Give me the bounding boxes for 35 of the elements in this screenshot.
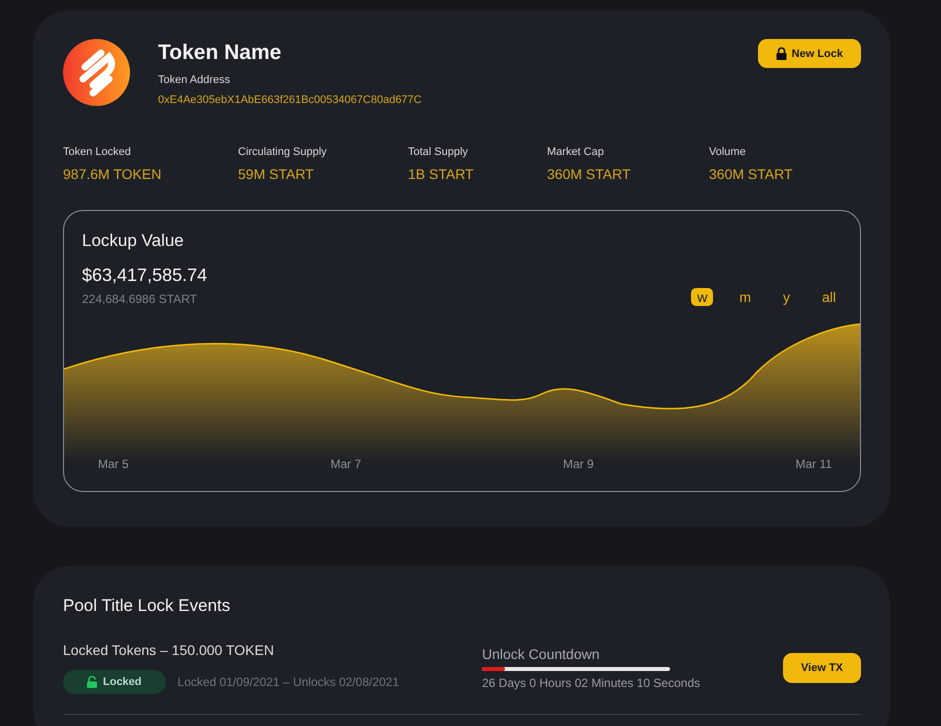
lock-icon <box>87 676 97 688</box>
x-axis-label: Mar 11 <box>796 457 832 471</box>
lockup-amount: 224,684.6986 START <box>82 292 198 306</box>
range-tab[interactable]: y <box>776 288 796 306</box>
lock-dates: Locked 01/09/2021 – Unlocks 02/08/2021 <box>178 675 400 689</box>
logo-icon <box>63 39 130 106</box>
range-tab[interactable]: all <box>816 288 842 306</box>
stat-value: 59M START <box>238 166 315 182</box>
address-label: Token Address <box>158 74 232 86</box>
range-tab[interactable]: m <box>733 288 757 306</box>
countdown-label: Unlock Countdown <box>482 646 601 662</box>
countdown-text: 26 Days 0 Hours 02 Minutes 10 Seconds <box>482 676 702 690</box>
chart-title: Lockup Value <box>82 231 185 251</box>
x-axis-label: Mar 9 <box>563 457 594 471</box>
new-lock-button[interactable]: New Lock <box>758 39 861 68</box>
x-axis-label: Mar 7 <box>330 457 362 471</box>
token-name: Token Name <box>158 41 282 65</box>
status-badge: Locked <box>63 670 166 694</box>
stat-value: 1B START <box>408 166 475 182</box>
stat-label: Volume <box>709 146 747 158</box>
locked-amount: Locked Tokens – 150.000 TOKEN <box>63 642 275 658</box>
stat-value: 987.6M TOKEN <box>63 166 162 182</box>
stat-label: Market Cap <box>547 146 605 158</box>
stat-value: 360M START <box>547 166 632 182</box>
stat-label: Token Locked <box>63 146 132 158</box>
x-axis-label: Mar 5 <box>98 457 129 471</box>
stat-value: 360M START <box>709 166 794 182</box>
token-address: 0xE4Ae305ebX1AbE663f261Bc00534067C80ad677C <box>158 94 423 106</box>
lockup-value: $63,417,585.74 <box>82 265 208 286</box>
section-title: Pool Title Lock Events <box>63 596 232 616</box>
view-tx-button[interactable]: View TX <box>783 653 861 683</box>
stat-label: Total Supply <box>408 146 469 158</box>
stat-label: Circulating Supply <box>238 146 328 158</box>
lock-icon <box>776 47 787 60</box>
range-tab[interactable]: w <box>691 288 714 306</box>
